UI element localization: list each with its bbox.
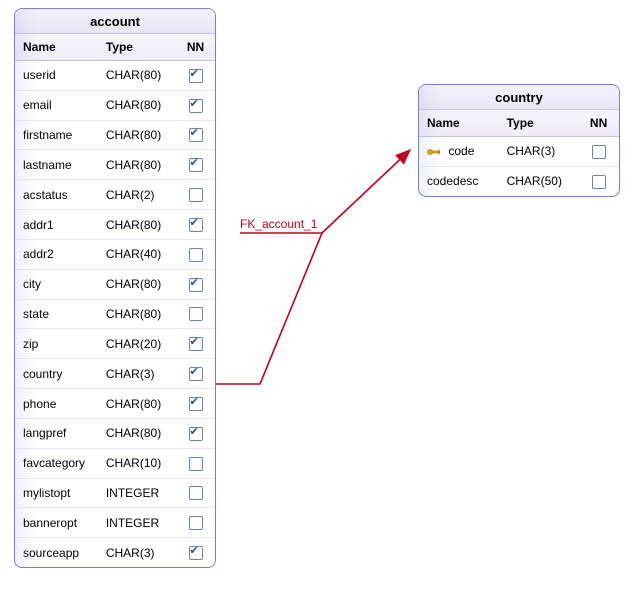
- col-header-name: Name: [419, 110, 499, 137]
- checkbox-icon: [189, 337, 203, 351]
- table-row: lastnameCHAR(80): [15, 150, 215, 180]
- checkbox-icon: [189, 218, 203, 232]
- table-row: emailCHAR(80): [15, 90, 215, 120]
- table-row: langprefCHAR(80): [15, 418, 215, 448]
- table-row: addr1CHAR(80): [15, 210, 215, 240]
- table-row: stateCHAR(80): [15, 299, 215, 329]
- checkbox-icon: [592, 175, 606, 189]
- checkbox-icon: [189, 427, 203, 441]
- checkbox-icon: [189, 546, 203, 560]
- table-row: sourceappCHAR(3): [15, 538, 215, 567]
- checkbox-icon: [189, 457, 203, 471]
- erd-canvas: { "tables": { "account": { "title": "acc…: [0, 0, 634, 596]
- checkbox-icon: [189, 128, 203, 142]
- col-header-type: Type: [98, 34, 176, 61]
- primary-key-icon: [427, 147, 441, 157]
- table-row: codedesc CHAR(50): [419, 166, 619, 195]
- table-row: firstnameCHAR(80): [15, 120, 215, 150]
- col-header-nn: NN: [176, 34, 215, 61]
- checkbox-icon: [189, 307, 203, 321]
- checkbox-icon: [189, 486, 203, 500]
- col-header-name: Name: [15, 34, 98, 61]
- checkbox-icon: [189, 397, 203, 411]
- table-row: countryCHAR(3): [15, 359, 215, 389]
- table-row: favcategoryCHAR(10): [15, 448, 215, 478]
- checkbox-icon: [189, 516, 203, 530]
- checkbox-icon: [189, 367, 203, 381]
- table-row: cityCHAR(80): [15, 269, 215, 299]
- table-row: zipCHAR(20): [15, 329, 215, 359]
- table-country-title: country: [419, 85, 619, 110]
- table-row: code CHAR(3): [419, 137, 619, 167]
- table-account-title: account: [15, 9, 215, 34]
- table-row: mylistoptINTEGER: [15, 478, 215, 508]
- table-country: country Name Type NN code CHAR(3) c: [418, 84, 620, 197]
- checkbox-icon: [592, 145, 606, 159]
- table-row: addr2CHAR(40): [15, 239, 215, 269]
- checkbox-icon: [189, 158, 203, 172]
- table-row: useridCHAR(80): [15, 61, 215, 91]
- table-account: account Name Type NN useridCHAR(80) emai…: [14, 8, 216, 568]
- checkbox-icon: [189, 278, 203, 292]
- checkbox-icon: [189, 69, 203, 83]
- col-header-nn: NN: [578, 110, 619, 137]
- checkbox-icon: [189, 188, 203, 202]
- checkbox-icon: [189, 248, 203, 262]
- table-row: banneroptINTEGER: [15, 508, 215, 538]
- checkbox-icon: [189, 99, 203, 113]
- table-row: acstatusCHAR(2): [15, 180, 215, 210]
- table-row: phoneCHAR(80): [15, 389, 215, 419]
- col-header-type: Type: [499, 110, 579, 137]
- fk-label: FK_account_1: [240, 217, 317, 231]
